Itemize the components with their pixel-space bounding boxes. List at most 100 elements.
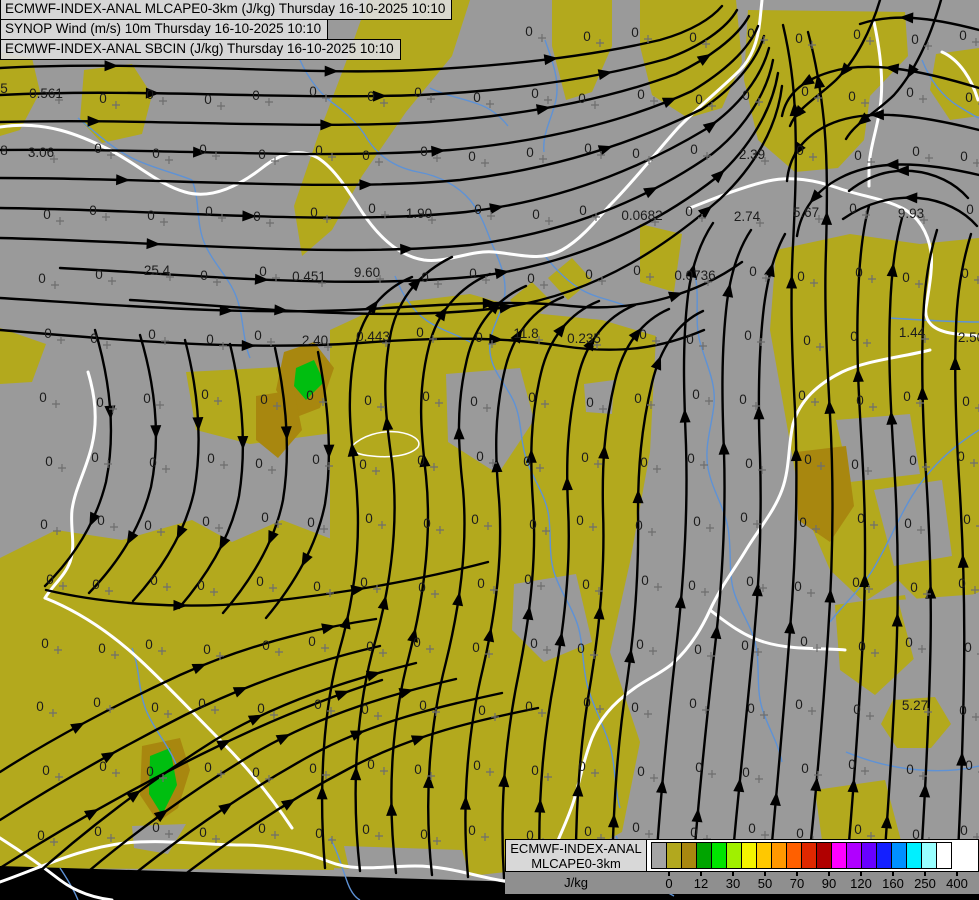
station-zero-label: 0	[966, 202, 974, 217]
station-zero-label: 0	[204, 92, 212, 107]
border-line	[708, 608, 847, 652]
legend-line-mlcape: ECMWF-INDEX-ANAL MLCAPE0-3km (J/kg) Thur…	[0, 0, 453, 20]
station-zero-label: 0	[525, 24, 533, 39]
station-zero-label: 0	[746, 574, 754, 589]
station-zero-label: 0	[310, 205, 318, 220]
station-cross-icon	[265, 98, 273, 106]
colorbar-tick-label: 160	[882, 876, 904, 891]
station-zero-label: 0	[749, 264, 757, 279]
station-zero-label: 0	[687, 451, 695, 466]
station-zero-label: 0	[856, 393, 864, 408]
station-zero-label: 0	[146, 764, 154, 779]
station-zero-label: 0	[146, 87, 154, 102]
station-cross-icon	[755, 775, 763, 783]
station-zero-label: 0	[478, 703, 486, 718]
station-zero-label: 0	[639, 327, 647, 342]
station-zero-label: 0	[151, 700, 159, 715]
station-zero-label: 0	[585, 267, 593, 282]
station-cross-icon	[705, 397, 713, 405]
station-zero-label: 0	[850, 329, 858, 344]
station-zero-label: 0	[690, 825, 698, 840]
station-zero-label: 0	[695, 92, 703, 107]
station-zero-label: 0	[636, 637, 644, 652]
station-zero-label: 0	[739, 392, 747, 407]
station-zero-label: 0	[960, 823, 968, 838]
station-zero-label: 0	[308, 634, 316, 649]
station-value-label: 1.90	[406, 206, 432, 221]
station-zero-label: 0	[692, 387, 700, 402]
station-zero-label: 0	[742, 88, 750, 103]
colorbar-tick-label: 120	[850, 876, 872, 891]
station-zero-label: 0	[258, 147, 266, 162]
station-zero-label: 0	[631, 700, 639, 715]
station-zero-label: 0	[366, 639, 374, 654]
station-zero-label: 0	[202, 514, 210, 529]
colorbar-tick-label: 70	[789, 876, 805, 891]
station-zero-label: 0	[686, 332, 694, 347]
station-zero-label: 0	[152, 820, 160, 835]
station-cross-icon	[761, 831, 769, 839]
station-cross-icon	[654, 583, 662, 591]
station-zero-label: 0	[578, 91, 586, 106]
legend-line-sbcin: ECMWF-INDEX-ANAL SBCIN (J/kg) Thursday 1…	[0, 39, 401, 60]
colorbar-tick-label: 50	[757, 876, 773, 891]
station-cross-icon	[650, 97, 658, 105]
station-zero-label: 0	[255, 456, 263, 471]
colorbar-tick-label: 400	[946, 876, 968, 891]
streamline-arrowhead	[359, 179, 374, 191]
colorbar-tick-label: 30	[725, 876, 741, 891]
station-cross-icon	[972, 713, 979, 721]
station-zero-label: 0	[306, 388, 314, 403]
streamline-arrowhead	[274, 304, 289, 316]
station-zero-label: 0	[468, 149, 476, 164]
colorbar-swatch	[876, 842, 892, 869]
colorbar-title-line2: MLCAPE0-3km	[531, 856, 621, 871]
station-zero-label: 0	[315, 143, 323, 158]
station-zero-label: 0	[93, 695, 101, 710]
station-cross-icon	[159, 97, 167, 105]
station-zero-label: 0	[145, 637, 153, 652]
station-zero-label: 0	[964, 640, 972, 655]
station-cross-icon	[104, 460, 112, 468]
cape-region-olive	[640, 0, 742, 118]
station-zero-label: 0	[800, 634, 808, 649]
station-cross-icon	[540, 281, 548, 289]
station-zero-label: 0	[524, 572, 532, 587]
cape-region-olive	[0, 328, 46, 384]
station-zero-label: 0	[583, 695, 591, 710]
station-zero-label: 0	[476, 449, 484, 464]
station-zero-label: 0	[416, 325, 424, 340]
station-cross-icon	[545, 217, 553, 225]
station-cross-icon	[866, 712, 874, 720]
station-cross-icon	[539, 155, 547, 163]
station-zero-label: 0	[906, 762, 914, 777]
station-cross-icon	[160, 218, 168, 226]
station-zero-label: 0	[803, 333, 811, 348]
colorbar-swatch	[666, 842, 682, 869]
station-value-label: 0.451	[292, 269, 326, 284]
station-zero-label: 0	[420, 827, 428, 842]
station-cross-icon	[760, 711, 768, 719]
station-zero-label: 0	[852, 575, 860, 590]
station-cross-icon	[919, 95, 927, 103]
station-zero-label: 0	[747, 26, 755, 41]
station-zero-label: 0	[804, 452, 812, 467]
station-zero-label: 0	[690, 142, 698, 157]
streamline-arrowhead	[494, 268, 510, 280]
station-zero-label: 0	[527, 271, 535, 286]
streamline-arrowhead	[903, 192, 918, 204]
cape-region-olive	[552, 0, 612, 100]
colorbar-swatch	[651, 842, 667, 869]
streamline-arrowhead	[116, 174, 131, 186]
station-zero-label: 0	[741, 638, 749, 653]
station-zero-label: 0	[252, 765, 260, 780]
colorbar-swatch	[936, 842, 952, 869]
station-cross-icon	[213, 278, 221, 286]
station-zero-label: 0	[581, 450, 589, 465]
station-zero-label: 0	[695, 760, 703, 775]
station-zero-label: 0	[42, 763, 50, 778]
colorbar-title: ECMWF-INDEX-ANAL MLCAPE0-3km	[505, 839, 647, 872]
station-zero-label: 0	[45, 454, 53, 469]
weather-map-canvas: 0 0 0 0 0 0 0 0 0 0.561 0 0 0 0 0 0 0 0 0 0 0 0 0 0 0 0 0 3.06 0 0 0 0 0…	[0, 0, 979, 900]
station-zero-label: 0	[368, 201, 376, 216]
